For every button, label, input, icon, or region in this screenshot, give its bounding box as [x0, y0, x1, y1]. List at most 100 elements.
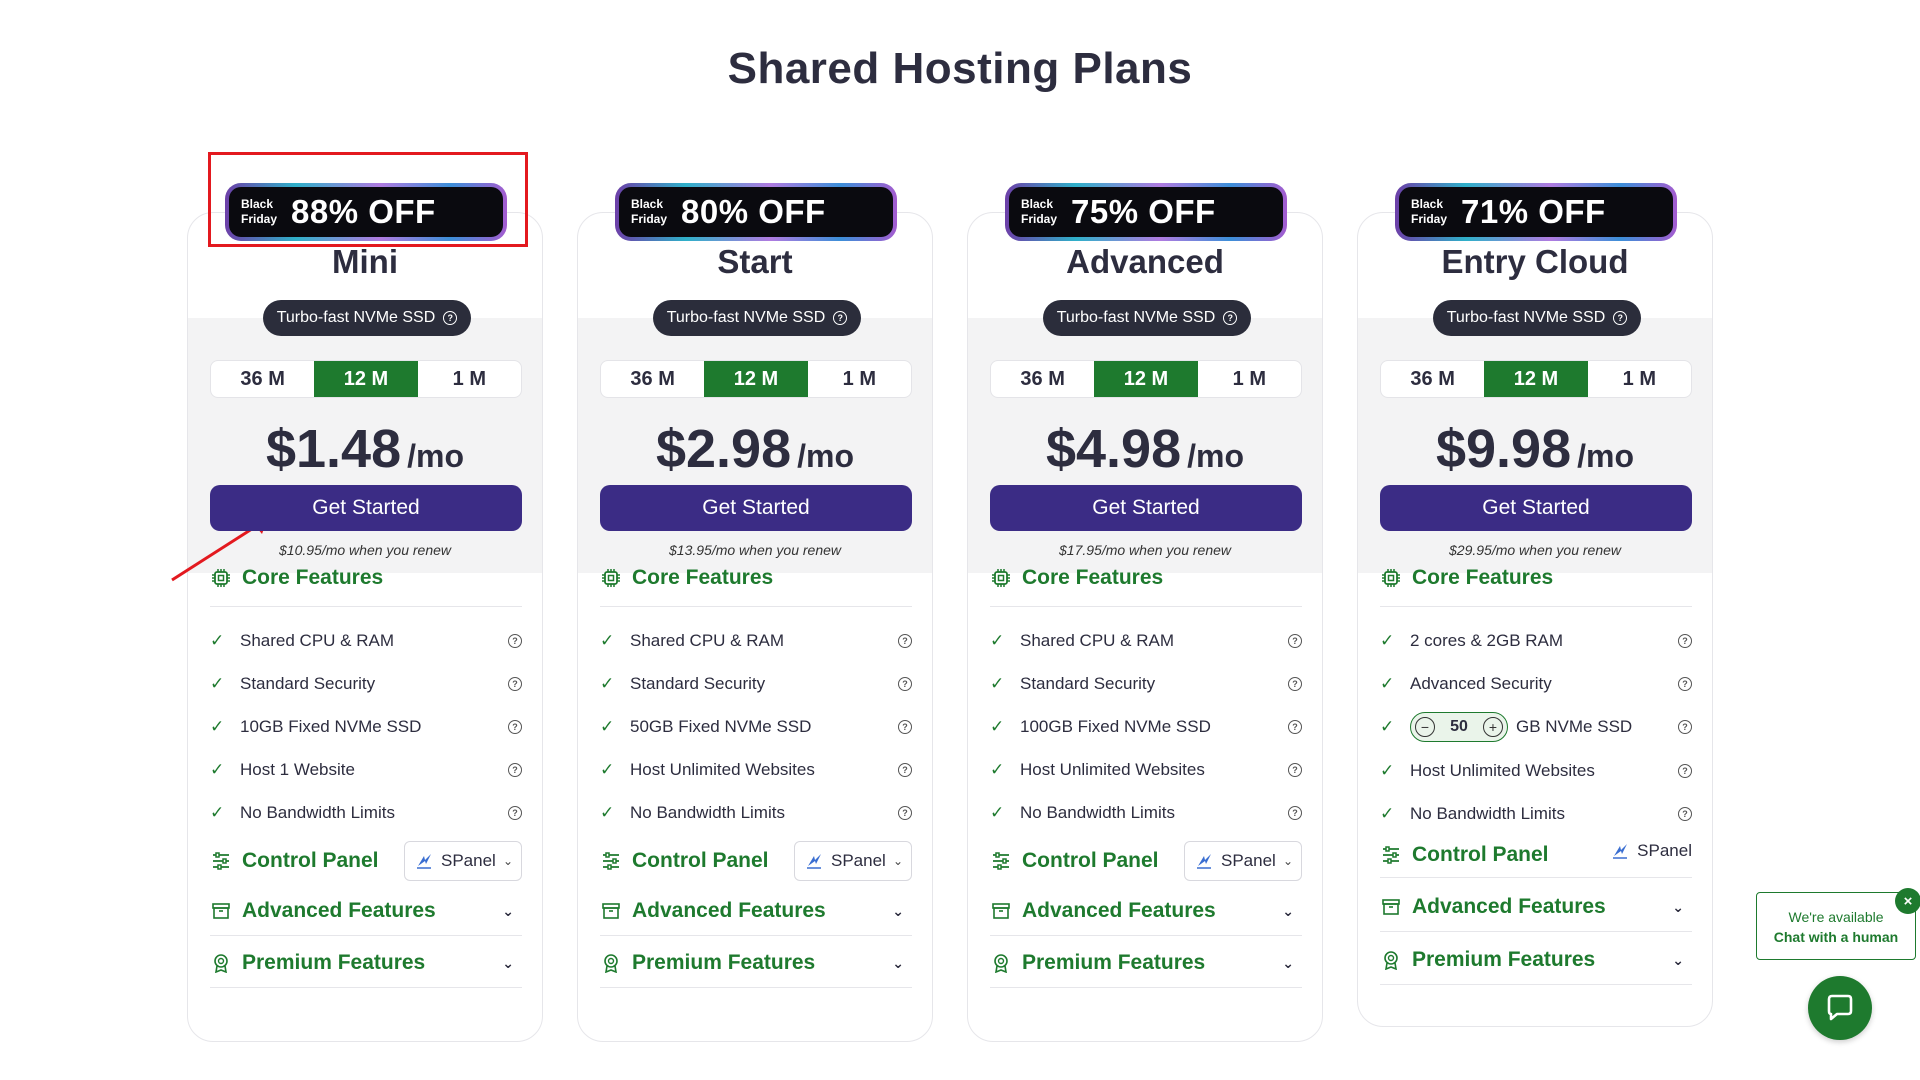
period-12m[interactable]: 12 M — [1094, 361, 1198, 397]
help-icon[interactable]: ? — [898, 677, 912, 691]
minus-icon[interactable]: − — [1415, 717, 1435, 737]
feature-text: Standard Security — [630, 674, 766, 693]
sliders-icon — [990, 850, 1012, 872]
check-icon: ✓ — [600, 760, 615, 779]
period-1m[interactable]: 1 M — [1198, 361, 1301, 397]
help-icon[interactable]: ? — [898, 806, 912, 820]
feature-row: ✓ Standard Security? — [990, 669, 1302, 699]
period-1m[interactable]: 1 M — [808, 361, 911, 397]
advanced-features-accordion[interactable]: Advanced Features ⌄ — [600, 899, 912, 923]
help-icon[interactable]: ? — [1288, 763, 1302, 777]
feature-row: ✓ No Bandwidth Limits? — [990, 798, 1302, 828]
divider — [600, 606, 912, 607]
ssd-size-stepper[interactable]: − 50 + — [1410, 712, 1508, 742]
divider — [210, 987, 522, 988]
nvme-pill[interactable]: Turbo-fast NVMe SSD? — [653, 300, 861, 336]
feature-row: ✓ Host Unlimited Websites? — [1380, 756, 1692, 786]
discount-text: 75% OFF — [1071, 193, 1216, 230]
renew-price: $17.95/mo when you renew — [1059, 542, 1231, 558]
control-panel-heading: Control Panel SPanel ⌄ — [600, 841, 912, 881]
period-12m[interactable]: 12 M — [1484, 361, 1588, 397]
help-icon[interactable]: ? — [1678, 720, 1692, 734]
help-icon[interactable]: ? — [1223, 311, 1238, 325]
chat-button[interactable] — [1808, 976, 1872, 1040]
help-icon[interactable]: ? — [1678, 764, 1692, 778]
cpu-icon — [990, 567, 1012, 589]
period-36m[interactable]: 36 M — [991, 361, 1094, 397]
help-icon[interactable]: ? — [1678, 634, 1692, 648]
help-icon[interactable]: ? — [508, 763, 522, 777]
help-icon[interactable]: ? — [1678, 677, 1692, 691]
help-icon[interactable]: ? — [1288, 677, 1302, 691]
archive-icon — [990, 900, 1012, 922]
spanel-logo-icon — [1197, 854, 1211, 869]
chevron-down-icon: ⌄ — [1282, 902, 1294, 919]
divider — [210, 935, 522, 936]
nvme-pill[interactable]: Turbo-fast NVMe SSD? — [263, 300, 471, 336]
help-icon[interactable]: ? — [508, 677, 522, 691]
price-amount: $1.48 — [265, 419, 402, 479]
help-icon[interactable]: ? — [1613, 311, 1628, 325]
period-36m[interactable]: 36 M — [211, 361, 314, 397]
nvme-pill[interactable]: Turbo-fast NVMe SSD? — [1043, 300, 1251, 336]
feature-text: 2 cores & 2GB RAM — [1410, 631, 1564, 650]
ssd-size-value[interactable]: 50 — [1435, 718, 1483, 736]
billing-period-selector[interactable]: 36 M 12 M 1 M — [990, 360, 1302, 398]
get-started-button[interactable]: Get Started — [1380, 485, 1692, 531]
chevron-down-icon: ⌄ — [1282, 954, 1294, 971]
help-icon[interactable]: ? — [508, 806, 522, 820]
feature-row: ✓ Host Unlimited Websites? — [990, 755, 1302, 785]
help-icon[interactable]: ? — [443, 311, 458, 325]
period-12m[interactable]: 12 M — [704, 361, 808, 397]
help-icon[interactable]: ? — [1288, 806, 1302, 820]
help-icon[interactable]: ? — [1288, 720, 1302, 734]
period-12m[interactable]: 12 M — [314, 361, 418, 397]
help-icon[interactable]: ? — [898, 720, 912, 734]
premium-features-accordion[interactable]: Premium Features ⌄ — [600, 951, 912, 975]
get-started-button[interactable]: Get Started — [990, 485, 1302, 531]
control-panel-value: SPanel — [1611, 841, 1692, 861]
period-36m[interactable]: 36 M — [601, 361, 704, 397]
core-features-label: Core Features — [632, 566, 774, 589]
period-1m[interactable]: 1 M — [1588, 361, 1691, 397]
billing-period-selector[interactable]: 36 M 12 M 1 M — [210, 360, 522, 398]
control-panel-select[interactable]: SPanel ⌄ — [404, 841, 522, 881]
control-panel-select[interactable]: SPanel ⌄ — [794, 841, 912, 881]
control-panel-select[interactable]: SPanel ⌄ — [1184, 841, 1302, 881]
advanced-features-accordion[interactable]: Advanced Features ⌄ — [1380, 895, 1692, 919]
help-icon[interactable]: ? — [898, 763, 912, 777]
period-1m[interactable]: 1 M — [418, 361, 521, 397]
check-icon: ✓ — [210, 631, 225, 650]
check-icon: ✓ — [1380, 761, 1395, 780]
billing-period-selector[interactable]: 36 M 12 M 1 M — [1380, 360, 1692, 398]
check-icon: ✓ — [1380, 717, 1395, 736]
help-icon[interactable]: ? — [1678, 807, 1692, 821]
premium-features-accordion[interactable]: Premium Features ⌄ — [990, 951, 1302, 975]
help-icon[interactable]: ? — [508, 720, 522, 734]
price: $1.48/mo — [188, 418, 542, 480]
close-icon[interactable]: × — [1895, 888, 1920, 914]
plus-icon[interactable]: + — [1483, 717, 1503, 737]
help-icon[interactable]: ? — [898, 634, 912, 648]
plan-name: Advanced — [1066, 243, 1224, 280]
advanced-features-accordion[interactable]: Advanced Features ⌄ — [990, 899, 1302, 923]
help-icon[interactable]: ? — [833, 311, 848, 325]
premium-features-accordion[interactable]: Premium Features ⌄ — [210, 951, 522, 975]
archive-icon — [600, 900, 622, 922]
nvme-pill[interactable]: Turbo-fast NVMe SSD? — [1433, 300, 1641, 336]
chat-prompt[interactable]: We're available Chat with a human — [1756, 892, 1916, 960]
premium-features-accordion[interactable]: Premium Features ⌄ — [1380, 948, 1692, 972]
billing-period-selector[interactable]: 36 M 12 M 1 M — [600, 360, 912, 398]
core-features-heading: Core Features — [1380, 566, 1692, 590]
get-started-button[interactable]: Get Started — [600, 485, 912, 531]
advanced-features-accordion[interactable]: Advanced Features ⌄ — [210, 899, 522, 923]
check-icon: ✓ — [990, 717, 1005, 736]
period-36m[interactable]: 36 M — [1381, 361, 1484, 397]
archive-icon — [210, 900, 232, 922]
help-icon[interactable]: ? — [1288, 634, 1302, 648]
feature-row: ✓ No Bandwidth Limits? — [210, 798, 522, 828]
feature-text: No Bandwidth Limits — [630, 803, 785, 822]
help-icon[interactable]: ? — [508, 634, 522, 648]
control-panel-label: Control Panel — [1412, 843, 1549, 866]
get-started-button[interactable]: Get Started — [210, 485, 522, 531]
